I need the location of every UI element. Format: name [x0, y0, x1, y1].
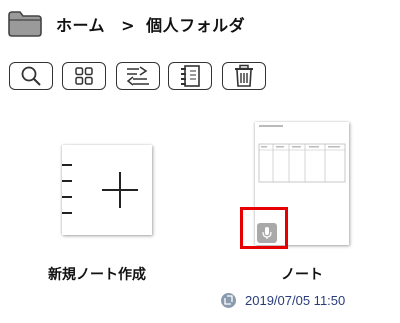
- breadcrumb-separator: >: [121, 16, 136, 35]
- grid-view-icon: [74, 66, 94, 86]
- breadcrumb-current: 個人フォルダ: [146, 16, 246, 35]
- sync-icon: [221, 293, 236, 308]
- breadcrumb-home[interactable]: ホーム: [56, 16, 105, 35]
- new-note-label: 新規ノート作成: [48, 267, 146, 283]
- grid-view-button[interactable]: [62, 62, 106, 90]
- search-button[interactable]: [9, 62, 53, 90]
- note-updated-date: 2019/07/05 11:50: [245, 293, 346, 308]
- header: ホーム > 個人フォルダ: [0, 0, 400, 50]
- note-label: ノート: [281, 267, 323, 283]
- breadcrumb: ホーム > 個人フォルダ: [56, 12, 245, 36]
- notebook-button[interactable]: [168, 62, 212, 90]
- sort-icon: [125, 65, 151, 87]
- delete-button[interactable]: [222, 62, 266, 90]
- notebook-icon: [179, 64, 201, 88]
- search-icon: [20, 65, 42, 87]
- new-note-card[interactable]: [62, 145, 152, 235]
- folder-icon[interactable]: [8, 9, 42, 37]
- microphone-highlight-box: [240, 207, 288, 249]
- trash-icon: [233, 64, 255, 88]
- sort-button[interactable]: [116, 62, 160, 90]
